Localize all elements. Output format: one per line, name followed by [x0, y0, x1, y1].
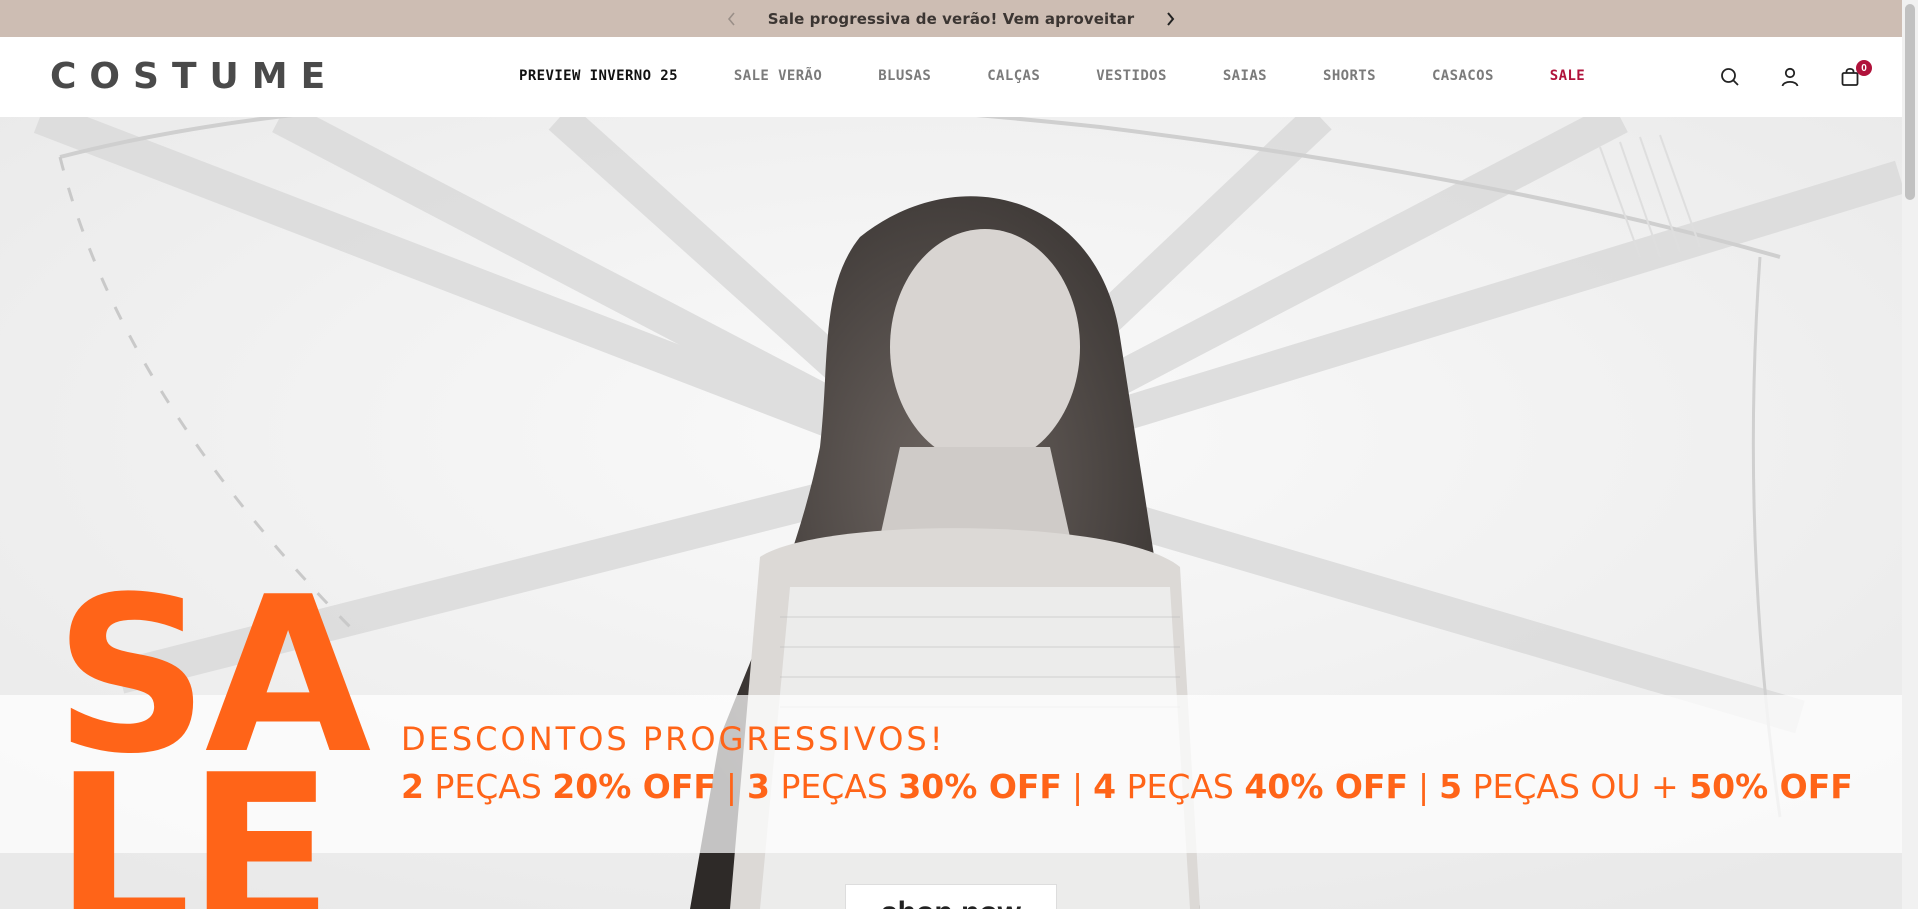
cart-count-badge: 0	[1856, 60, 1872, 76]
nav-item-calcas[interactable]: CALÇAS	[987, 67, 1040, 85]
chevron-left-icon	[727, 11, 735, 26]
main-nav: PREVIEW INVERNO 25 SALE VERÃO BLUSAS CAL…	[519, 67, 1641, 85]
offer-5-pecas: 5 PEÇAS OU + 50% OFF	[1439, 767, 1853, 806]
sale-headline: SA LE	[54, 568, 371, 909]
cart-button[interactable]: 0	[1838, 60, 1872, 89]
announcement-text[interactable]: Sale progressiva de verão! Vem aproveita…	[768, 10, 1135, 28]
site-logo[interactable]: COSTUME	[50, 59, 338, 95]
nav-item-shorts[interactable]: SHORTS	[1323, 67, 1376, 85]
prev-announcement-button[interactable]	[718, 5, 746, 33]
nav-item-sale-verao[interactable]: SALE VERÃO	[734, 67, 822, 85]
user-icon	[1781, 67, 1799, 87]
offer-separator: |	[1418, 767, 1430, 806]
sale-headline-line-2: LE	[54, 728, 334, 909]
promo-offers: 2 PEÇAS 20% OFF | 3 PEÇAS 30% OFF | 4 PEÇAS …	[401, 767, 1853, 807]
hero-banner[interactable]: SA LE DESCONTOS PROGRESSIVOS! 2 PEÇAS 20…	[0, 117, 1902, 909]
search-icon	[1721, 68, 1739, 86]
next-announcement-button[interactable]	[1156, 5, 1184, 33]
shop-now-button[interactable]: shop now	[845, 884, 1057, 909]
offer-separator: |	[1071, 767, 1084, 806]
offer-2-pecas: 2 PEÇAS 20% OFF	[401, 767, 716, 806]
promo-title: DESCONTOS PROGRESSIVOS!	[401, 720, 946, 758]
offer-separator: |	[725, 767, 738, 806]
chevron-right-icon	[1167, 11, 1175, 26]
site-header: COSTUME PREVIEW INVERNO 25 SALE VERÃO BL…	[0, 37, 1902, 117]
nav-item-blusas[interactable]: BLUSAS	[878, 67, 931, 85]
search-button[interactable]	[1718, 65, 1742, 89]
header-actions: 0	[1718, 60, 1872, 89]
nav-item-saias[interactable]: SAIAS	[1223, 67, 1267, 85]
offer-4-pecas: 4 PEÇAS 40% OFF	[1093, 767, 1409, 806]
scrollbar-thumb[interactable]	[1905, 4, 1915, 200]
offer-3-pecas: 3 PEÇAS 30% OFF	[747, 767, 1062, 806]
nav-item-casacos[interactable]: CASACOS	[1432, 67, 1494, 85]
account-button[interactable]	[1778, 65, 1802, 89]
nav-item-preview-inverno[interactable]: PREVIEW INVERNO 25	[519, 67, 678, 85]
page-scrollbar[interactable]	[1902, 0, 1918, 909]
nav-item-vestidos[interactable]: VESTIDOS	[1096, 67, 1167, 85]
announcement-bar: Sale progressiva de verão! Vem aproveita…	[0, 0, 1902, 37]
nav-item-sale[interactable]: SALE	[1550, 67, 1585, 85]
